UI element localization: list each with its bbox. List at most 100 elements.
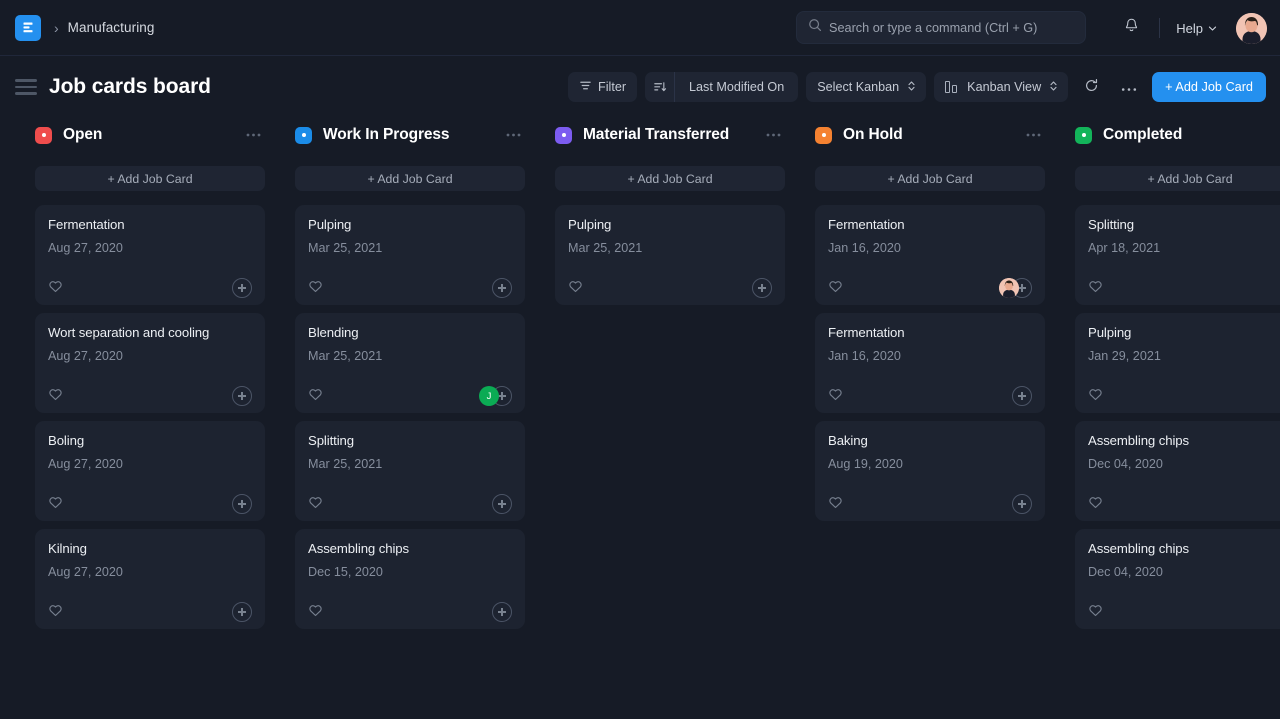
add-assignee-button[interactable] [1012, 386, 1032, 406]
job-card[interactable]: Assembling chipsDec 15, 2020 [295, 529, 525, 629]
job-card[interactable]: KilningAug 27, 2020 [35, 529, 265, 629]
hamburger-menu-icon[interactable] [15, 79, 37, 95]
card-title: Boling [48, 433, 252, 448]
heart-icon[interactable] [828, 279, 843, 298]
navbar-right-group: Help [1116, 0, 1267, 56]
view-switcher[interactable]: Kanban View [934, 72, 1068, 102]
card-footer [48, 592, 252, 618]
help-label: Help [1176, 21, 1203, 36]
heart-icon[interactable] [48, 603, 63, 622]
job-card[interactable]: SplittingApr 18, 2021 [1075, 205, 1280, 305]
add-assignee-button[interactable] [752, 278, 772, 298]
heart-icon[interactable] [308, 279, 323, 298]
card-date: Dec 15, 2020 [308, 565, 512, 579]
column-header: Work In Progress [295, 118, 525, 152]
add-job-card-button[interactable]: + Add Job Card [1152, 72, 1266, 102]
more-options-button[interactable] [1114, 72, 1144, 102]
add-assignee-button[interactable] [232, 602, 252, 622]
job-card[interactable]: Pulping Mar 25, 2021 [555, 205, 785, 305]
sort-control[interactable]: Last Modified On [645, 72, 798, 102]
card-date: Aug 27, 2020 [48, 241, 252, 255]
assignee-avatar[interactable] [999, 278, 1019, 298]
column-title: Open [63, 126, 102, 144]
job-card[interactable]: Blending Mar 25, 2021 J [295, 313, 525, 413]
card-footer: J [308, 376, 512, 402]
breadcrumb[interactable]: Manufacturing [68, 20, 155, 35]
heart-icon[interactable] [1088, 603, 1103, 622]
heart-icon[interactable] [828, 387, 843, 406]
add-assignee-button[interactable] [492, 278, 512, 298]
card-date: Mar 25, 2021 [568, 241, 772, 255]
job-card[interactable]: BakingAug 19, 2020 [815, 421, 1045, 521]
breadcrumb-separator-icon: › [54, 21, 59, 35]
heart-icon[interactable] [308, 603, 323, 622]
column-menu-button[interactable] [240, 125, 263, 145]
kanban-column: Open + Add Job Card FermentationAug 27, 20… [35, 118, 265, 629]
add-assignee-button[interactable] [232, 386, 252, 406]
card-footer-right [232, 602, 252, 622]
column-menu-button[interactable] [1020, 125, 1043, 145]
job-card[interactable]: SplittingMar 25, 2021 [295, 421, 525, 521]
column-menu-button[interactable] [760, 125, 783, 145]
help-menu-button[interactable]: Help [1173, 17, 1220, 40]
refresh-button[interactable] [1076, 72, 1106, 102]
kanban-column: Material Transferred+ Add Job CardPulpin… [555, 118, 785, 305]
job-card[interactable]: PulpingMar 25, 2021 [295, 205, 525, 305]
heart-icon[interactable] [308, 387, 323, 406]
filter-button[interactable]: Filter [568, 72, 637, 102]
job-card[interactable]: PulpingJan 29, 2021 [1075, 313, 1280, 413]
heart-icon[interactable] [48, 387, 63, 406]
job-card[interactable]: FermentationJan 16, 2020 [815, 205, 1045, 305]
card-list: SplittingApr 18, 2021PulpingJan 29, 2021… [1075, 205, 1280, 629]
card-date: Mar 25, 2021 [308, 349, 512, 363]
job-card[interactable]: FermentationAug 27, 2020 [35, 205, 265, 305]
card-footer-right [492, 494, 512, 514]
heart-icon[interactable] [568, 279, 583, 298]
job-card[interactable]: BolingAug 27, 2020 [35, 421, 265, 521]
add-assignee-button[interactable] [492, 602, 512, 622]
card-title: Blending [308, 325, 512, 340]
erpnext-logo-icon[interactable] [15, 15, 41, 41]
job-card[interactable]: Wort separation and coolingAug 27, 2020 [35, 313, 265, 413]
toolbar-actions: Filter Last Modified On Select Kanban Ka… [568, 72, 1266, 102]
kanban-column: Work In Progress + Add Job Card PulpingMar… [295, 118, 525, 629]
heart-icon[interactable] [1088, 495, 1103, 514]
add-assignee-button[interactable] [1012, 494, 1032, 514]
column-add-job-card-button[interactable]: + Add Job Card [555, 166, 785, 191]
user-avatar[interactable] [1236, 13, 1267, 44]
column-add-job-card-button[interactable]: + Add Job Card [815, 166, 1045, 191]
column-menu-button[interactable] [500, 125, 523, 145]
card-title: Pulping [568, 217, 772, 232]
card-title: Fermentation [828, 325, 1032, 340]
job-card[interactable]: Assembling chipsDec 04, 2020 [1075, 529, 1280, 629]
job-card[interactable]: Fermentation Jan 16, 2020 [815, 313, 1045, 413]
column-add-job-card-button[interactable]: + Add Job Card [35, 166, 265, 191]
add-assignee-button[interactable] [492, 494, 512, 514]
heart-icon[interactable] [48, 279, 63, 298]
add-assignee-button[interactable] [232, 494, 252, 514]
search-input[interactable] [829, 21, 1054, 35]
global-search[interactable] [796, 11, 1086, 44]
heart-icon[interactable] [48, 495, 63, 514]
heart-icon[interactable] [308, 495, 323, 514]
add-assignee-button[interactable] [232, 278, 252, 298]
card-footer [1088, 376, 1280, 402]
card-date: Dec 04, 2020 [1088, 565, 1280, 579]
assignee-avatar[interactable]: J [479, 386, 499, 406]
heart-icon[interactable] [1088, 387, 1103, 406]
column-add-job-card-button[interactable]: + Add Job Card [1075, 166, 1280, 191]
search-icon [808, 18, 822, 37]
sort-field-label[interactable]: Last Modified On [675, 80, 798, 94]
card-title: Wort separation and cooling [48, 325, 252, 340]
kanban-column: On Hold+ Add Job CardFermentationJan 16,… [815, 118, 1045, 521]
job-card[interactable]: Assembling chipsDec 04, 2020 [1075, 421, 1280, 521]
card-date: Dec 04, 2020 [1088, 457, 1280, 471]
notifications-button[interactable] [1116, 13, 1146, 43]
heart-icon[interactable] [1088, 279, 1103, 298]
select-kanban-dropdown[interactable]: Select Kanban [806, 72, 926, 102]
heart-icon[interactable] [828, 495, 843, 514]
column-add-job-card-button[interactable]: + Add Job Card [295, 166, 525, 191]
card-date: Jan 16, 2020 [828, 349, 1032, 363]
sort-descending-icon[interactable] [645, 72, 675, 102]
card-title: Splitting [308, 433, 512, 448]
